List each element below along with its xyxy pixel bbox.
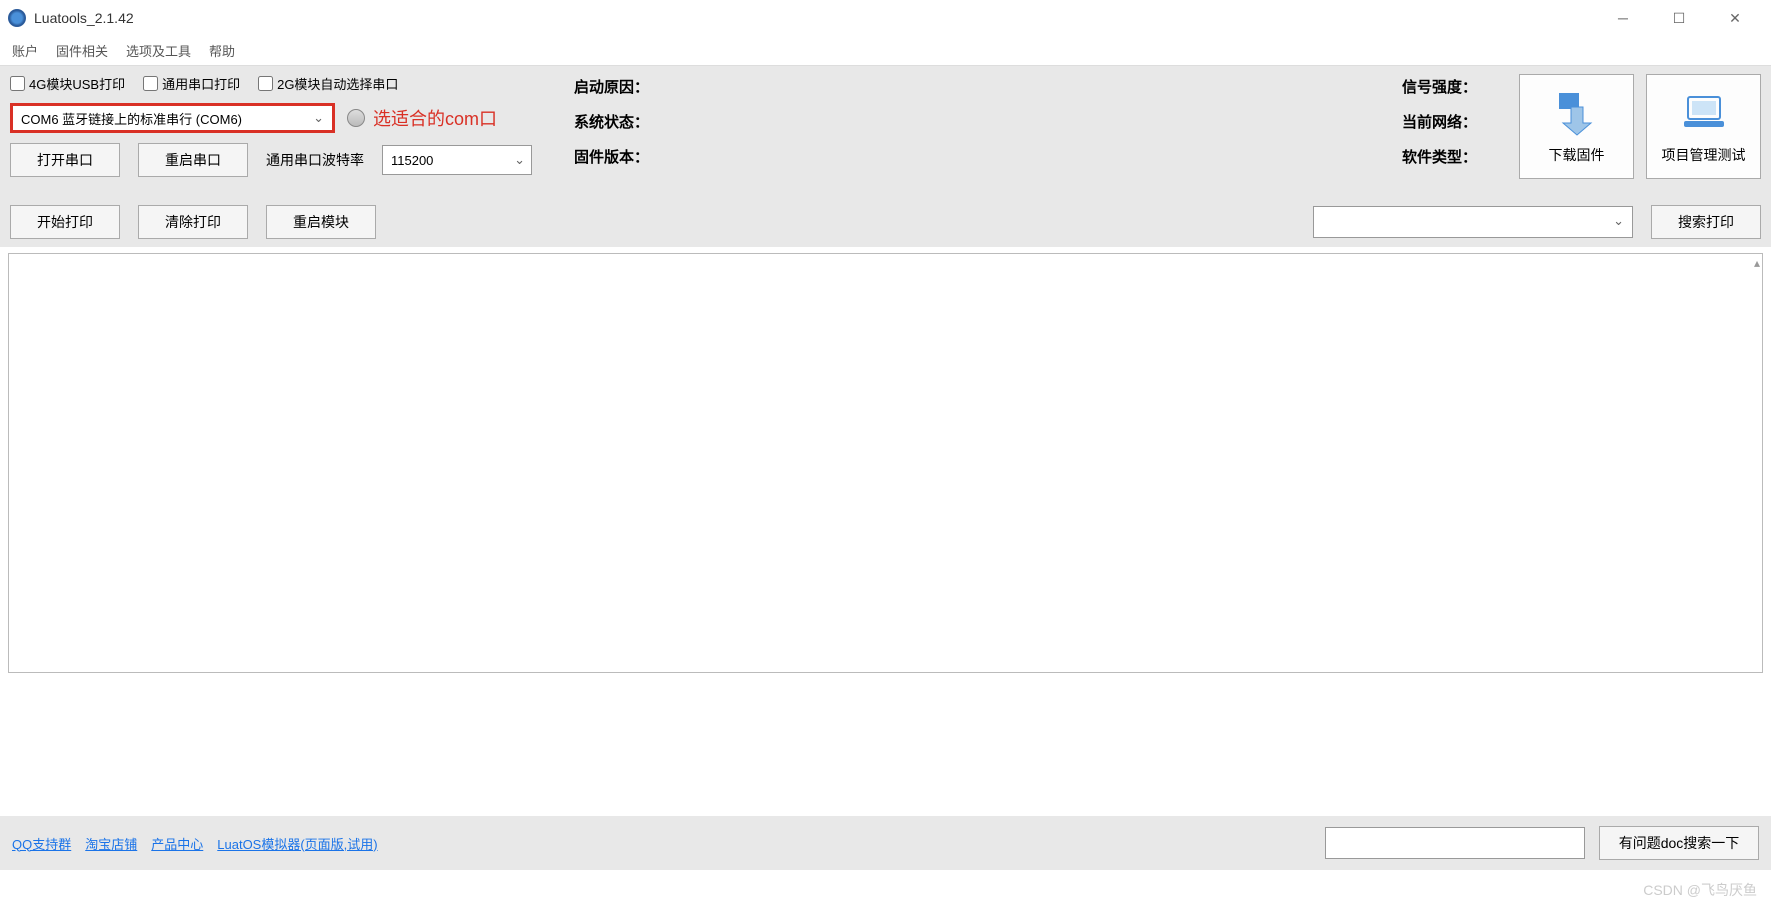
big-buttons: 下载固件 项目管理测试 bbox=[1519, 74, 1761, 187]
watermark: CSDN @飞鸟厌鱼 bbox=[1643, 880, 1757, 900]
second-toolbar: 开始打印 清除打印 重启模块 ⌄ 搜索打印 bbox=[0, 197, 1771, 247]
checkbox-auto-2g[interactable]: 2G模块自动选择串口 bbox=[258, 74, 398, 93]
com-port-value: COM6 蓝牙链接上的标准串行 (COM6) bbox=[21, 109, 242, 128]
checkbox-generic-serial-label: 通用串口打印 bbox=[162, 74, 240, 93]
chevron-down-icon: ⌄ bbox=[1613, 213, 1624, 229]
menu-bar: 账户 固件相关 选项及工具 帮助 bbox=[0, 36, 1771, 66]
link-taobao[interactable]: 淘宝店铺 bbox=[85, 834, 137, 853]
info-left: 启动原因： 系统状态： 固件版本： bbox=[574, 76, 649, 187]
checkbox-auto-2g-input[interactable] bbox=[258, 76, 273, 91]
bottom-bar: QQ支持群 淘宝店铺 产品中心 LuatOS模拟器(页面版,试用) 有问题doc… bbox=[0, 816, 1771, 870]
doc-search-button[interactable]: 有问题doc搜索一下 bbox=[1599, 826, 1759, 860]
checkbox-row: 4G模块USB打印 通用串口打印 2G模块自动选择串口 bbox=[10, 74, 532, 93]
window-title: Luatools_2.1.42 bbox=[34, 10, 134, 26]
info-fw-version: 固件版本： bbox=[574, 146, 649, 167]
clear-print-button[interactable]: 清除打印 bbox=[138, 205, 248, 239]
toolbar-area: 4G模块USB打印 通用串口打印 2G模块自动选择串口 COM6 蓝牙链接上的标… bbox=[0, 66, 1771, 197]
download-firmware-label: 下载固件 bbox=[1549, 145, 1605, 165]
project-test-button[interactable]: 项目管理测试 bbox=[1646, 74, 1761, 179]
info-network: 当前网络： bbox=[1402, 111, 1477, 132]
checkbox-usb-print-input[interactable] bbox=[10, 76, 25, 91]
laptop-icon bbox=[1680, 89, 1728, 137]
toolbar-left: 4G模块USB打印 通用串口打印 2G模块自动选择串口 COM6 蓝牙链接上的标… bbox=[10, 74, 532, 187]
chevron-down-icon: ⌄ bbox=[313, 110, 324, 126]
info-signal: 信号强度： bbox=[1402, 76, 1477, 97]
checkbox-generic-serial-input[interactable] bbox=[143, 76, 158, 91]
minimize-button[interactable]: ─ bbox=[1595, 0, 1651, 36]
doc-search-input[interactable] bbox=[1325, 827, 1585, 859]
chevron-down-icon: ⌄ bbox=[514, 152, 525, 168]
restart-serial-button[interactable]: 重启串口 bbox=[138, 143, 248, 177]
info-boot-reason: 启动原因： bbox=[574, 76, 649, 97]
start-print-button[interactable]: 开始打印 bbox=[10, 205, 120, 239]
link-product[interactable]: 产品中心 bbox=[151, 834, 203, 853]
info-system-status: 系统状态： bbox=[574, 111, 649, 132]
com-annotation: 选适合的com口 bbox=[373, 105, 497, 131]
search-print-button[interactable]: 搜索打印 bbox=[1651, 205, 1761, 239]
baud-select[interactable]: 115200 ⌄ bbox=[382, 145, 532, 175]
menu-firmware[interactable]: 固件相关 bbox=[56, 41, 108, 60]
download-firmware-button[interactable]: 下载固件 bbox=[1519, 74, 1634, 179]
scroll-up-icon[interactable]: ▴ bbox=[1754, 256, 1760, 270]
checkbox-generic-serial[interactable]: 通用串口打印 bbox=[143, 74, 240, 93]
search-select[interactable]: ⌄ bbox=[1313, 206, 1633, 238]
button-row-1: 打开串口 重启串口 通用串口波特率 115200 ⌄ bbox=[10, 143, 532, 177]
menu-account[interactable]: 账户 bbox=[12, 41, 38, 60]
baud-label: 通用串口波特率 bbox=[266, 150, 364, 170]
menu-help[interactable]: 帮助 bbox=[209, 41, 235, 60]
checkbox-usb-print-label: 4G模块USB打印 bbox=[29, 74, 125, 93]
close-button[interactable]: ✕ bbox=[1707, 0, 1763, 36]
menu-options[interactable]: 选项及工具 bbox=[126, 41, 191, 60]
maximize-button[interactable]: ☐ bbox=[1651, 0, 1707, 36]
project-test-label: 项目管理测试 bbox=[1662, 145, 1746, 165]
info-sw-type: 软件类型： bbox=[1402, 146, 1477, 167]
restart-module-button[interactable]: 重启模块 bbox=[266, 205, 376, 239]
download-icon bbox=[1553, 89, 1601, 137]
open-serial-button[interactable]: 打开串口 bbox=[10, 143, 120, 177]
info-columns: 启动原因： 系统状态： 固件版本： 信号强度： 当前网络： 软件类型： bbox=[544, 74, 1507, 187]
checkbox-usb-print[interactable]: 4G模块USB打印 bbox=[10, 74, 125, 93]
console-output[interactable]: ▴ bbox=[8, 253, 1763, 673]
checkbox-auto-2g-label: 2G模块自动选择串口 bbox=[277, 74, 398, 93]
baud-value: 115200 bbox=[391, 153, 433, 168]
link-simulator[interactable]: LuatOS模拟器(页面版,试用) bbox=[217, 834, 377, 853]
window-controls: ─ ☐ ✕ bbox=[1595, 0, 1763, 36]
info-right: 信号强度： 当前网络： 软件类型： bbox=[1402, 76, 1477, 187]
com-row: COM6 蓝牙链接上的标准串行 (COM6) ⌄ 选适合的com口 bbox=[10, 103, 532, 133]
link-qq[interactable]: QQ支持群 bbox=[12, 834, 71, 853]
app-icon bbox=[8, 9, 26, 27]
title-bar: Luatools_2.1.42 ─ ☐ ✕ bbox=[0, 0, 1771, 36]
globe-icon[interactable] bbox=[347, 109, 365, 127]
com-port-select[interactable]: COM6 蓝牙链接上的标准串行 (COM6) ⌄ bbox=[10, 103, 335, 133]
